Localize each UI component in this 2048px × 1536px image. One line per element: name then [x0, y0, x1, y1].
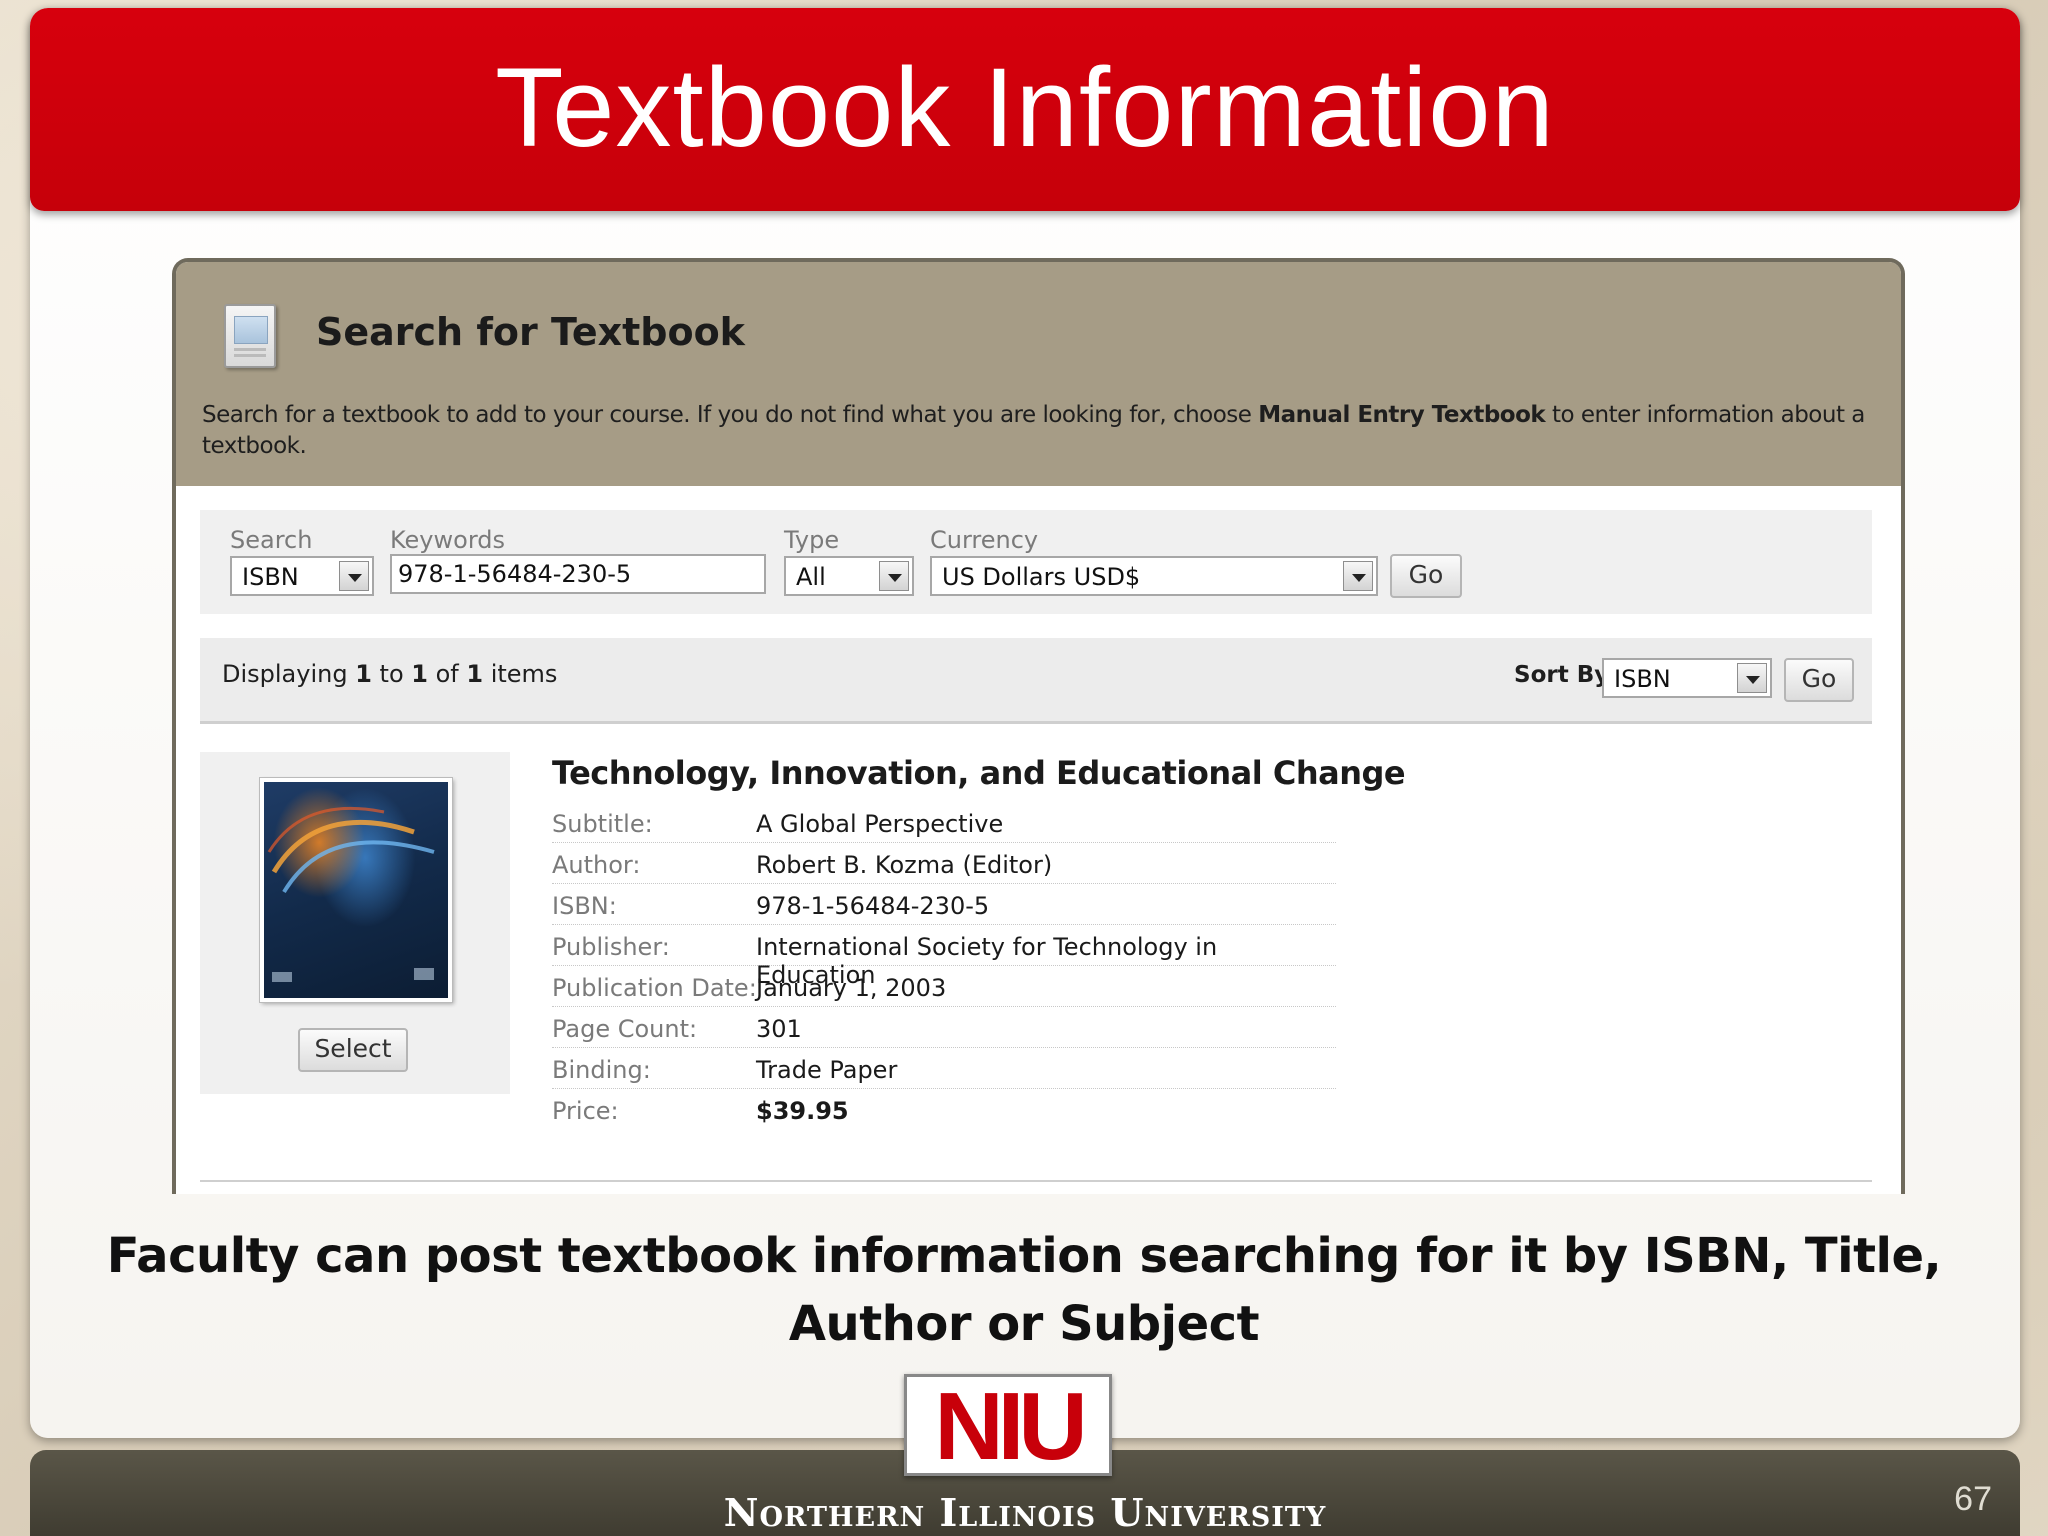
currency-select[interactable]: US Dollars USD$ [930, 556, 1378, 596]
divider [200, 1180, 1872, 1182]
manual-entry-textbook-link[interactable]: Manual Entry Textbook [1258, 402, 1545, 428]
panel-title: Search for Textbook [316, 310, 745, 354]
detail-row: Publisher: International Society for Tec… [552, 925, 1336, 989]
detail-row: Price: $39.95 [552, 1097, 849, 1125]
detail-row: Subtitle: A Global Perspective [552, 802, 1336, 843]
results-count: Displaying 1 to 1 of 1 items [222, 660, 558, 688]
panel-description: Search for a textbook to add to your cou… [202, 402, 1865, 459]
detail-row: Publication Date: January 1, 2003 [552, 966, 1336, 1007]
search-label: Search [230, 526, 313, 554]
chevron-down-icon [1737, 663, 1767, 693]
title-bar: Textbook Information [30, 8, 2020, 211]
sort-go-button[interactable]: Go [1784, 658, 1854, 702]
chevron-down-icon [339, 561, 369, 591]
niu-logo: NIU [904, 1374, 1112, 1477]
slide-title: Textbook Information [495, 45, 1555, 170]
university-name: Northern Illinois University [723, 1490, 1327, 1535]
slide-caption: Faculty can post textbook information se… [106, 1228, 1942, 1352]
panel-header: Search for Textbook Search for a textboo… [176, 262, 1901, 486]
search-go-button[interactable]: Go [1390, 554, 1462, 598]
page-number: 67 [1954, 1480, 1992, 1518]
detail-row: Page Count: 301 [552, 1007, 1336, 1048]
chevron-down-icon [879, 561, 909, 591]
search-form: Search ISBN Keywords 978-1-56484-230-5 T… [200, 510, 1872, 614]
detail-row: Author: Robert B. Kozma (Editor) [552, 843, 1336, 884]
select-book-button[interactable]: Select [298, 1028, 408, 1072]
detail-row: Binding: Trade Paper [552, 1048, 1336, 1089]
book-title: Technology, Innovation, and Educational … [552, 754, 1406, 792]
sort-by-select[interactable]: ISBN [1602, 658, 1772, 698]
textbook-search-screenshot: Search for Textbook Search for a textboo… [172, 258, 1905, 1194]
type-label: Type [784, 526, 840, 554]
results-bar: Displaying 1 to 1 of 1 items Sort By: IS… [200, 638, 1872, 724]
chevron-down-icon [1343, 561, 1373, 591]
currency-label: Currency [930, 526, 1039, 554]
document-icon [224, 304, 276, 368]
book-cover-image [260, 778, 452, 1002]
detail-row: ISBN: 978-1-56484-230-5 [552, 884, 1336, 925]
search-type-select[interactable]: ISBN [230, 556, 374, 596]
type-select[interactable]: All [784, 556, 914, 596]
book-cover-box: Select [200, 752, 510, 1094]
keywords-label: Keywords [390, 526, 506, 554]
keywords-input[interactable]: 978-1-56484-230-5 [390, 554, 766, 594]
